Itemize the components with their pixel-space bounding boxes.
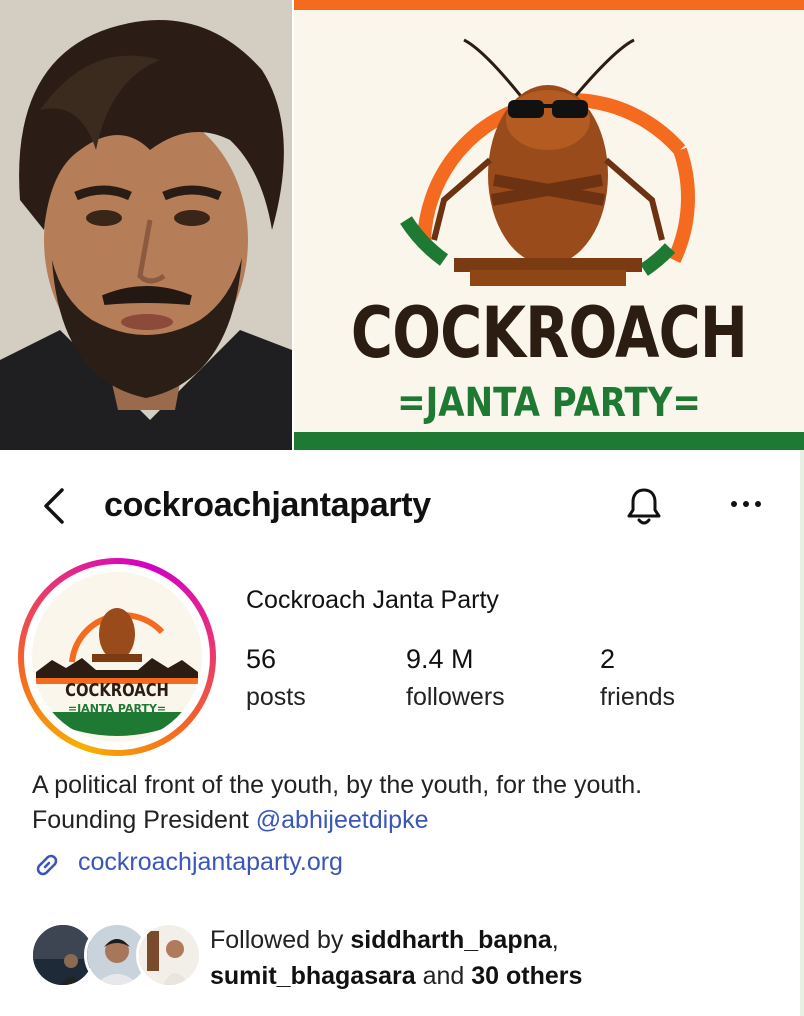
follower-avatar[interactable] (136, 922, 202, 988)
stat-label: followers (406, 683, 505, 711)
founder-photo (0, 0, 292, 450)
avatar-story-ring[interactable]: COCKROACH =JANTA PARTY= (18, 558, 216, 756)
bio-mention-link[interactable]: @abhijeetdipke (256, 806, 429, 834)
avatar: COCKROACH =JANTA PARTY= (32, 572, 202, 742)
bio-prefix: Founding President (32, 806, 256, 834)
follower-username[interactable]: sumit_bhagasara (210, 962, 416, 990)
stat-followers[interactable]: 9.4 M followers (406, 644, 505, 712)
bell-icon[interactable] (624, 484, 664, 528)
avatar-subtitle: =JANTA PARTY= (67, 702, 167, 715)
stat-value: 56 (246, 644, 277, 674)
profile-bio: A political front of the youth, by the y… (32, 768, 642, 838)
banner-subtitle: =JANTA PARTY= (397, 380, 701, 426)
comma: , (551, 926, 559, 954)
stat-value: 9.4 M (406, 644, 474, 674)
followed-by-prefix: Followed by (210, 926, 351, 954)
banner-title: COCKROACH (350, 292, 748, 374)
stat-friends[interactable]: 2 friends (600, 644, 675, 712)
username-title: cockroachjantaparty (104, 486, 431, 524)
stat-label: posts (246, 683, 306, 711)
others-count[interactable]: 30 others (471, 962, 582, 990)
display-name: Cockroach Janta Party (246, 586, 499, 614)
stat-posts[interactable]: 56 posts (246, 644, 306, 712)
and-text: and (415, 962, 472, 990)
party-banner: COCKROACH =JANTA PARTY= (294, 0, 804, 450)
link-text[interactable]: cockroachjantaparty.org (78, 848, 343, 877)
stat-value: 2 (600, 644, 616, 674)
edge-strip (800, 450, 804, 1016)
stat-label: friends (600, 683, 676, 711)
chevron-left-icon[interactable] (36, 484, 76, 528)
header-collage: COCKROACH =JANTA PARTY= (0, 0, 804, 450)
link-icon (32, 850, 62, 880)
profile-header: cockroachjantaparty (0, 470, 804, 550)
followed-by-text[interactable]: Followed by siddharth_bapna, sumit_bhaga… (210, 922, 582, 994)
avatar-title: COCKROACH (65, 680, 169, 701)
more-horizontal-icon[interactable] (724, 484, 768, 524)
follower-username[interactable]: siddharth_bapna (350, 926, 551, 954)
bio-line: A political front of the youth, by the y… (32, 771, 643, 799)
